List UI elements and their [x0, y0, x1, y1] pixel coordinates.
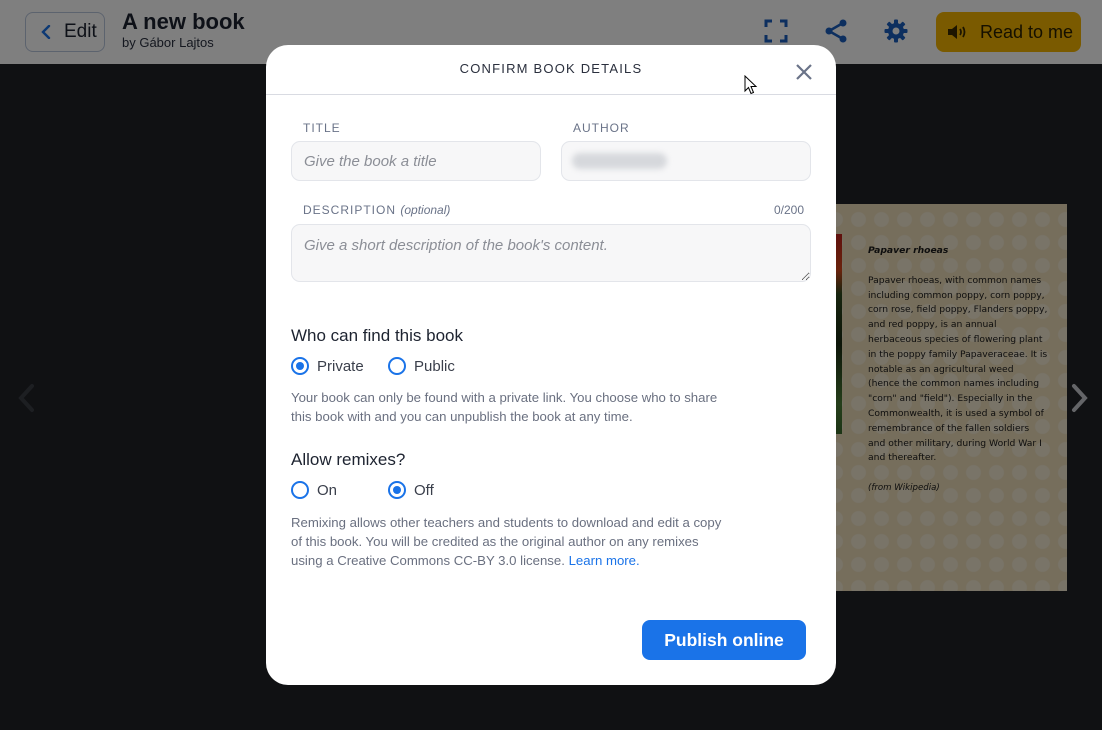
visibility-help-text: Your book can only be found with a priva… [291, 390, 718, 424]
dialog-title: CONFIRM BOOK DETAILS [459, 61, 643, 76]
visibility-public-radio[interactable]: Public [388, 357, 455, 375]
author-value-blurred [572, 153, 667, 169]
description-char-counter: 0/200 [774, 203, 805, 217]
visibility-private-radio[interactable]: Private [291, 357, 364, 375]
remixes-off-radio[interactable]: Off [388, 481, 434, 499]
title-label: TITLE [303, 121, 341, 135]
remixes-help-text: Remixing allows other teachers and stude… [291, 513, 731, 570]
radio-selected-icon [388, 481, 406, 499]
confirm-book-details-dialog: CONFIRM BOOK DETAILS TITLE AUTHOR DESCRI… [266, 45, 836, 685]
radio-label: On [317, 481, 338, 499]
author-label: AUTHOR [573, 121, 630, 135]
remixes-help-body: Remixing allows other teachers and stude… [291, 515, 722, 568]
radio-unselected-icon [388, 357, 406, 375]
publish-online-button[interactable]: Publish online [642, 620, 806, 660]
author-input[interactable] [561, 141, 811, 181]
radio-unselected-icon [291, 481, 309, 499]
radio-label: Off [414, 481, 434, 499]
description-label-text: DESCRIPTION [303, 203, 397, 217]
remixes-heading: Allow remixes? [291, 450, 406, 469]
description-label: DESCRIPTION (optional) [303, 203, 450, 217]
radio-label: Private [317, 357, 364, 375]
optional-hint: (optional) [400, 203, 451, 217]
visibility-heading: Who can find this book [291, 326, 463, 345]
remixes-on-radio[interactable]: On [291, 481, 337, 499]
close-icon[interactable] [794, 62, 814, 82]
title-input[interactable] [291, 141, 541, 181]
description-textarea[interactable] [291, 224, 811, 282]
learn-more-link[interactable]: Learn more. [569, 553, 640, 568]
radio-selected-icon [291, 357, 309, 375]
mouse-cursor-icon [744, 75, 758, 95]
radio-label: Public [414, 357, 455, 375]
